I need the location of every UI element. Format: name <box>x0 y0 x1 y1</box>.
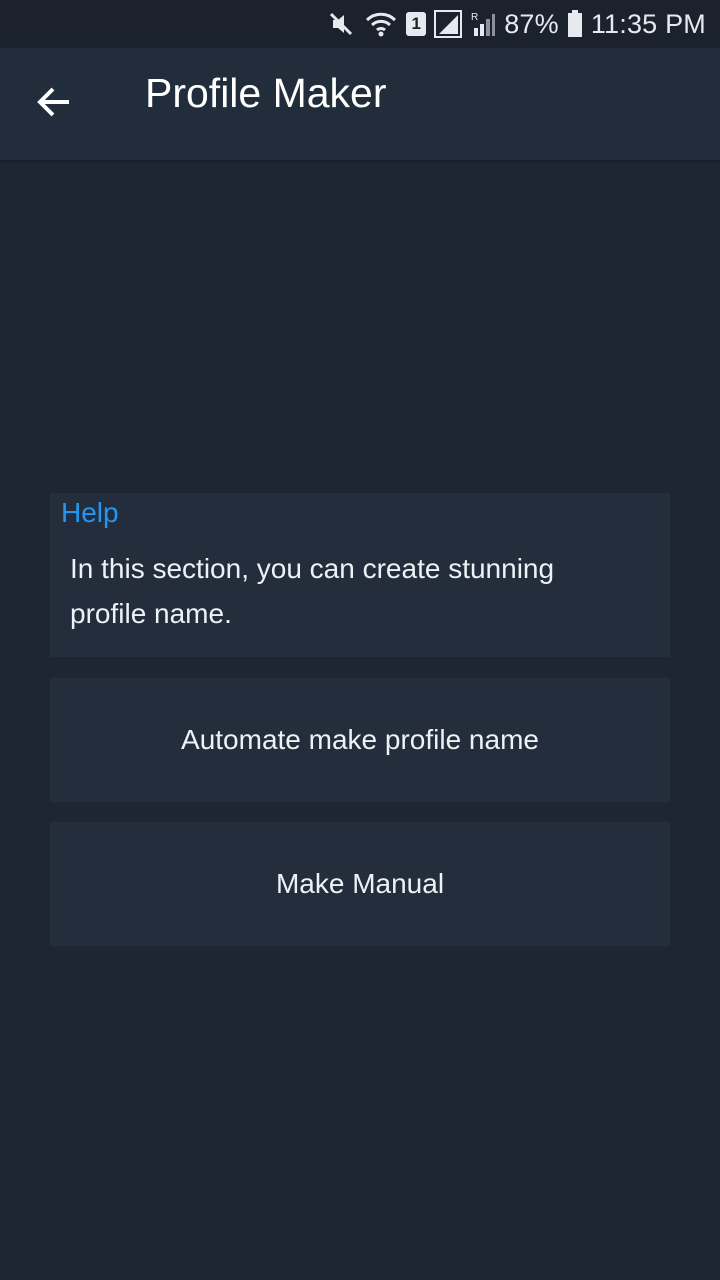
battery-icon <box>567 8 583 40</box>
help-title: Help <box>61 497 119 528</box>
automate-profile-name-button[interactable]: Automate make profile name <box>50 678 670 802</box>
signal-icon <box>434 8 463 40</box>
battery-percent: 87% <box>504 8 559 39</box>
page-title: Profile Maker <box>145 70 387 116</box>
help-card: Help In this section, you can create stu… <box>50 493 670 657</box>
make-manual-button[interactable]: Make Manual <box>50 822 670 946</box>
svg-text:R: R <box>471 12 478 23</box>
signal-roaming-icon: R <box>470 8 496 40</box>
help-body: In this section, you can create stunning… <box>70 553 555 629</box>
mute-icon <box>326 8 356 40</box>
wifi-icon <box>364 8 398 40</box>
status-clock: 11:35 PM <box>590 8 706 39</box>
arrow-back-icon <box>36 86 72 123</box>
back-button[interactable] <box>22 76 86 132</box>
sim-icon: 1 <box>406 12 427 36</box>
status-bar: 1 R 87% 11:35 PM <box>0 0 720 48</box>
app-bar: Profile Maker <box>0 48 720 160</box>
